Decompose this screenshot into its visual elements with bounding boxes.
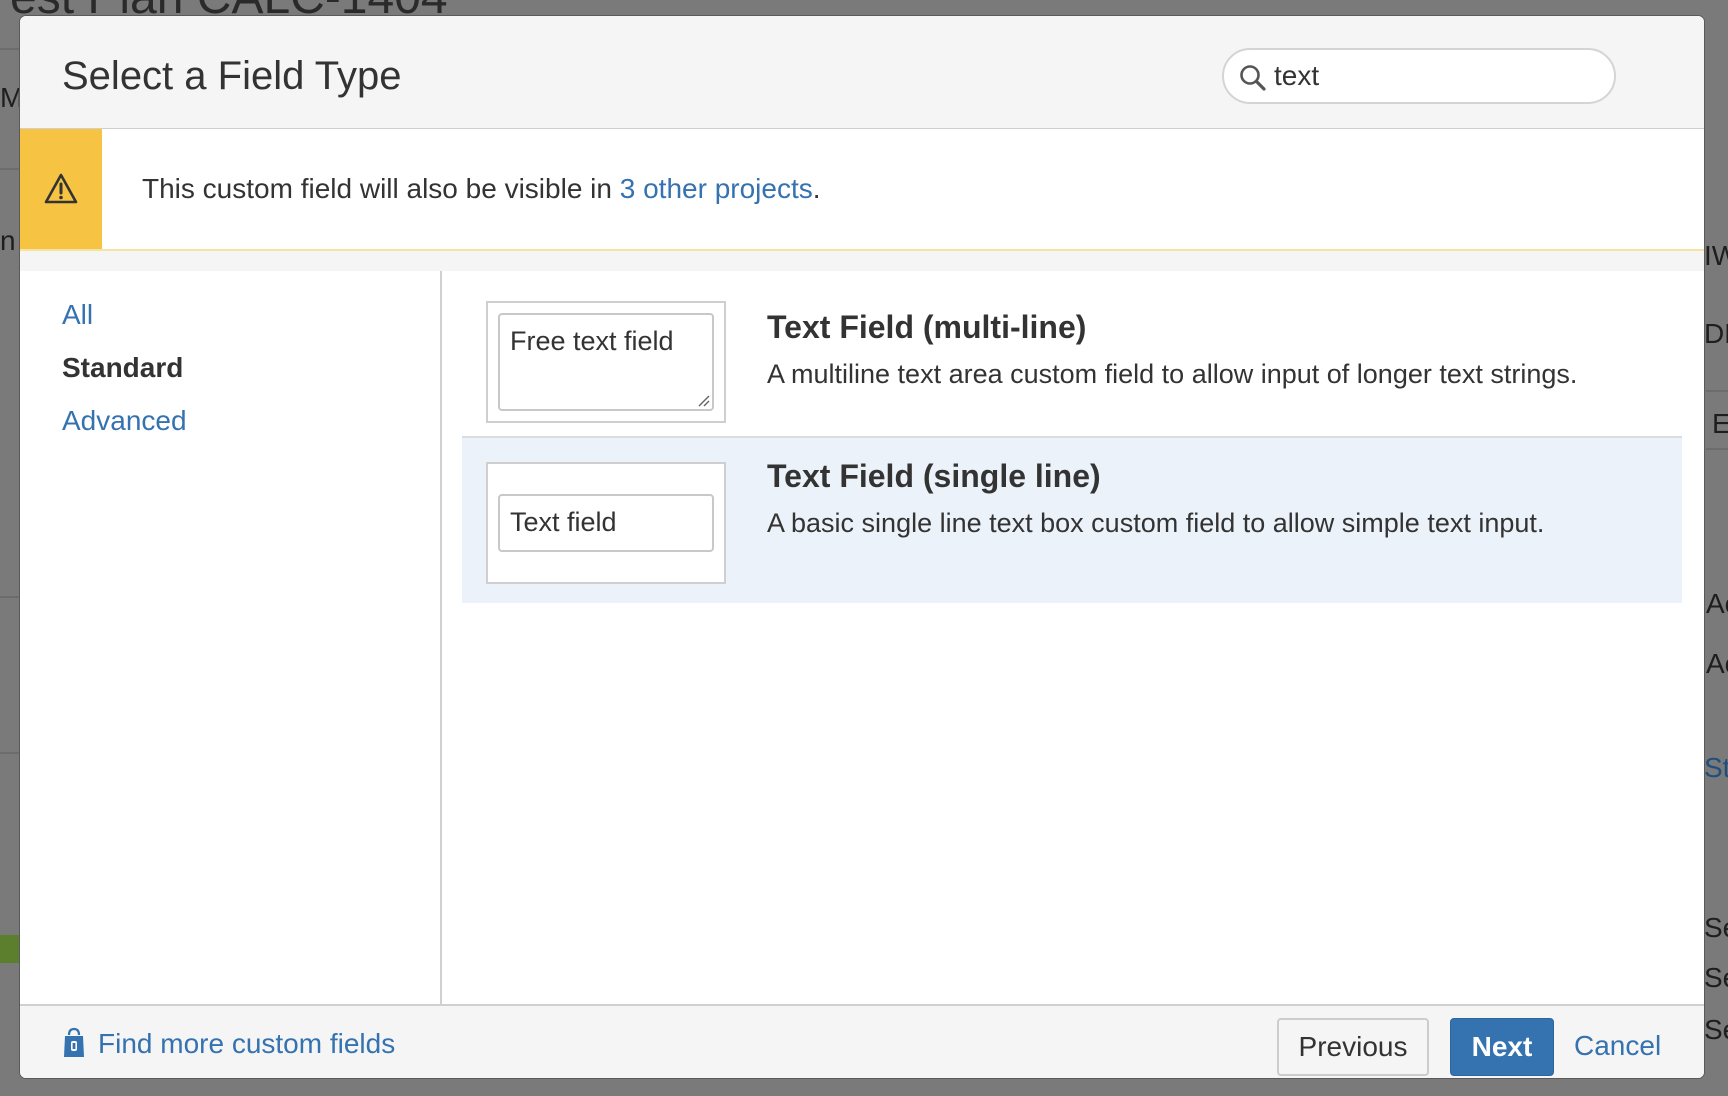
background-fragment: Sep	[1704, 962, 1728, 993]
warning-message: This custom field will also be visible i…	[142, 173, 821, 205]
other-projects-link[interactable]: 3 other projects	[620, 173, 813, 204]
background-fragment: E	[1712, 408, 1728, 439]
field-type-list: Free text field Text Field (multi-line) …	[442, 271, 1704, 1004]
warning-text-before: This custom field will also be visible i…	[142, 173, 620, 204]
background-fragment: Sep	[1704, 1014, 1728, 1045]
find-more-label: Find more custom fields	[98, 1028, 396, 1059]
field-type-title: Text Field (multi-line)	[767, 309, 1087, 345]
background-fragment: IW	[1704, 240, 1728, 271]
field-type-option-multi-line[interactable]: Free text field Text Field (multi-line) …	[462, 271, 1682, 438]
background-progress-bar	[0, 935, 20, 963]
field-type-option-single-line[interactable]: Text field Text Field (single line) A ba…	[462, 438, 1682, 603]
background-divider	[0, 596, 20, 598]
field-type-title: Text Field (single line)	[767, 458, 1101, 494]
background-fragment: Ac	[1706, 588, 1728, 619]
cancel-link[interactable]: Cancel	[1574, 1030, 1661, 1062]
next-button[interactable]: Next	[1450, 1018, 1554, 1076]
section-spacer	[20, 251, 1704, 271]
marketplace-bag-icon	[64, 1027, 84, 1057]
sidebar-item-advanced[interactable]: Advanced	[62, 405, 187, 437]
search-box[interactable]	[1222, 48, 1616, 104]
background-divider	[0, 48, 20, 50]
warning-banner: This custom field will also be visible i…	[20, 129, 1704, 251]
resize-grip-icon	[698, 395, 710, 407]
background-fragment: Ac	[1706, 648, 1728, 679]
dialog-title: Select a Field Type	[62, 54, 402, 98]
background-fragment: St	[1704, 752, 1728, 783]
textarea-preview: Free text field	[498, 313, 714, 411]
sidebar-item-all[interactable]: All	[62, 299, 93, 331]
textbox-preview: Text field	[498, 494, 714, 552]
background-fragment: n	[0, 225, 16, 256]
warning-accent-strip	[20, 129, 102, 249]
warning-text-after: .	[812, 173, 821, 204]
background-divider	[1706, 448, 1728, 450]
dialog-header: Select a Field Type	[20, 16, 1704, 129]
background-fragment: Sep	[1704, 912, 1728, 943]
sidebar-item-standard[interactable]: Standard	[62, 352, 183, 384]
warning-icon	[44, 173, 78, 204]
background-divider	[0, 752, 20, 754]
field-type-preview: Text field	[486, 462, 726, 584]
preview-text: Free text field	[510, 326, 674, 356]
category-sidebar: All Standard Advanced	[20, 271, 442, 1004]
search-input[interactable]	[1274, 58, 1594, 94]
background-divider	[0, 168, 20, 170]
field-type-description: A multiline text area custom field to al…	[767, 359, 1578, 389]
background-divider	[1706, 390, 1728, 392]
field-type-description: A basic single line text box custom fiel…	[767, 508, 1545, 538]
preview-text: Text field	[510, 507, 617, 537]
previous-button[interactable]: Previous	[1277, 1018, 1429, 1076]
dialog-footer: Find more custom fields Previous Next Ca…	[20, 1004, 1704, 1078]
field-type-preview: Free text field	[486, 301, 726, 423]
search-icon	[1240, 65, 1266, 91]
select-field-type-dialog: Select a Field Type This custom field wi…	[20, 16, 1704, 1078]
background-fragment: DF	[1704, 318, 1728, 349]
